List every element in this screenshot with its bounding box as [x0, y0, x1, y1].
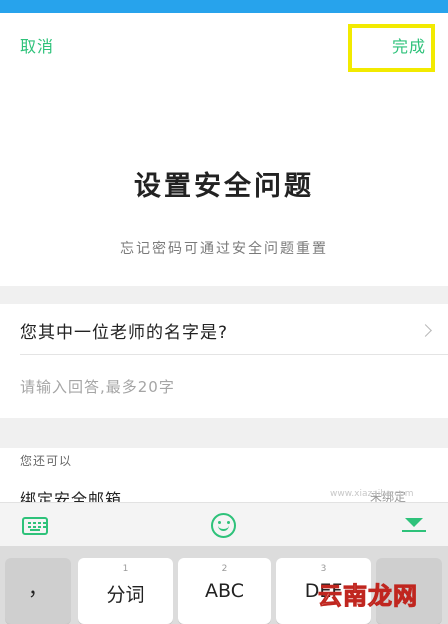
watermark-url: www.xiazaiba.com [330, 489, 414, 499]
page-title: 设置安全问题 [134, 171, 314, 202]
key-label: ， [28, 576, 48, 600]
section-gap [0, 418, 448, 448]
key-number: 3 [320, 564, 327, 574]
key-fenci[interactable]: 1 分词 [78, 558, 173, 624]
section-gap [0, 286, 448, 304]
chevron-right-icon [419, 324, 432, 337]
bind-email-label: 绑定安全邮箱 [20, 490, 123, 502]
question-text: 您其中一位老师的名字是? [20, 323, 229, 343]
key-number: 1 [122, 564, 129, 574]
more-options-label: 您还可以 [20, 454, 73, 468]
screen: 取消 完成 设置安全问题 忘记密码可通过安全问题重置 您其中一位老师的名字是? … [0, 0, 448, 624]
smile-icon[interactable] [211, 513, 236, 538]
key-label: 分词 [106, 584, 145, 606]
key-punctuation[interactable]: ， [5, 558, 71, 624]
highlight-box [348, 24, 435, 72]
cancel-button[interactable]: 取消 [20, 33, 54, 57]
key-number: 2 [221, 564, 228, 574]
keyboard-toolbar [0, 502, 448, 546]
watermark-brand: 云南龙网 [318, 582, 418, 611]
page-subtitle: 忘记密码可通过安全问题重置 [120, 241, 328, 257]
key-abc[interactable]: 2 ABC [178, 558, 271, 624]
answer-input[interactable] [0, 355, 448, 418]
key-label: ABC [205, 580, 244, 602]
security-question-row[interactable]: 您其中一位老师的名字是? [0, 304, 448, 354]
keyboard-switch-icon[interactable] [22, 517, 48, 535]
status-strip [0, 0, 448, 13]
collapse-keyboard-icon[interactable] [402, 518, 426, 534]
